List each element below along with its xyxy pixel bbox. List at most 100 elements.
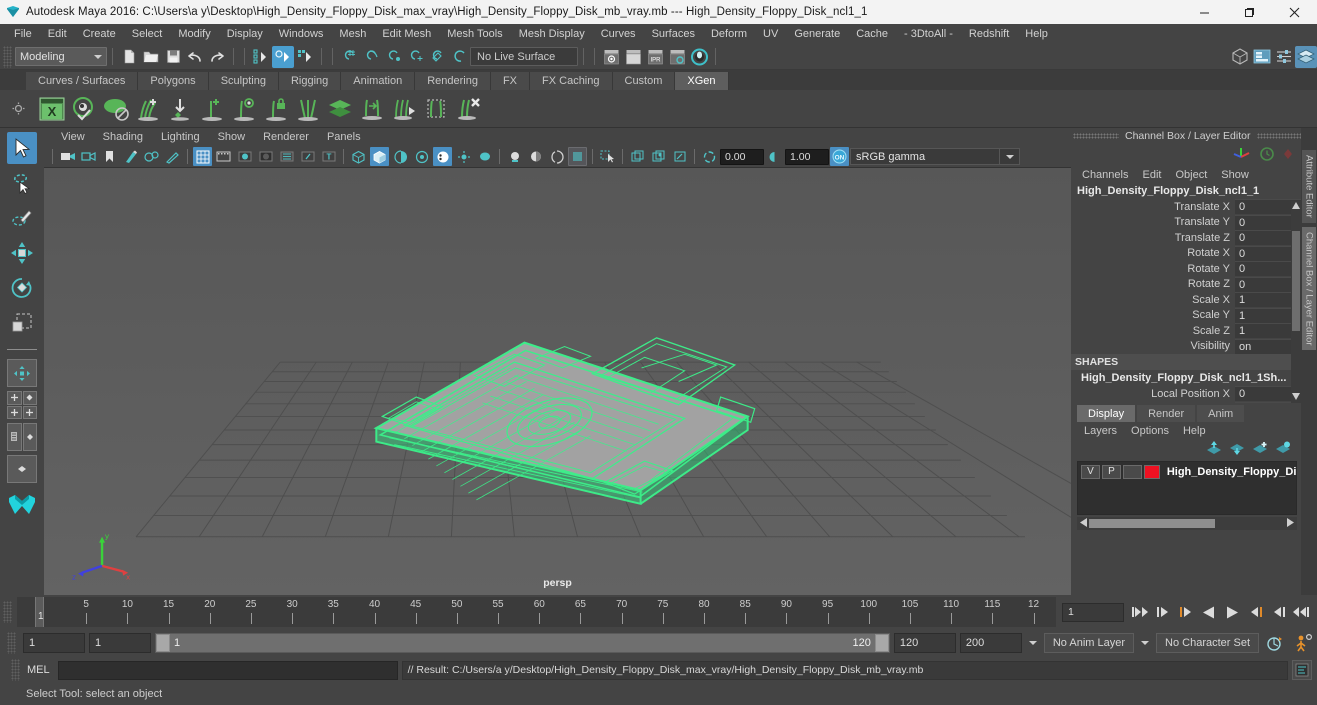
menu-file[interactable]: File <box>6 26 40 42</box>
gate-mask-icon[interactable] <box>256 147 275 166</box>
channel-row[interactable]: Scale Z 1 <box>1071 323 1301 339</box>
anti-aliasing-icon[interactable] <box>526 147 545 166</box>
viewport-menu-lighting[interactable]: Lighting <box>152 130 209 144</box>
range-end-handle[interactable] <box>874 634 889 652</box>
scroll-right-icon[interactable] <box>1287 517 1297 530</box>
play-forwards-icon[interactable] <box>1222 602 1242 622</box>
scroll-up-icon[interactable] <box>1292 201 1300 210</box>
select-by-hierarchy-icon[interactable] <box>250 46 272 68</box>
redo-icon[interactable] <box>206 46 228 68</box>
channel-row[interactable]: Local Position X 0 <box>1071 386 1301 402</box>
screen-space-ao-icon[interactable] <box>505 147 524 166</box>
xgen-window-icon[interactable]: X <box>36 93 68 125</box>
move-tool-icon[interactable] <box>7 237 37 269</box>
select-by-component-type-icon[interactable] <box>294 46 316 68</box>
tab-render-layers[interactable]: Render <box>1137 405 1196 422</box>
auto-keyframe-icon[interactable] <box>1263 635 1287 652</box>
range-slider-grip[interactable] <box>7 632 16 654</box>
menu-modify[interactable]: Modify <box>170 26 218 42</box>
step-back-keyframe-icon[interactable] <box>1153 602 1173 622</box>
isolate-select-icon[interactable] <box>598 147 617 166</box>
scroll-left-icon[interactable] <box>1077 517 1087 530</box>
channel-row[interactable]: Scale X 1 <box>1071 292 1301 308</box>
quick-layout-persp-only-icon[interactable] <box>7 455 37 483</box>
layer-color-swatch[interactable] <box>1143 464 1160 479</box>
bookmark-icon[interactable] <box>100 147 119 166</box>
rotate-tool-icon[interactable] <box>7 272 37 304</box>
channel-row[interactable]: Rotate Z 0 <box>1071 276 1301 293</box>
viewport-menu-shading[interactable]: Shading <box>94 130 152 144</box>
save-scene-icon[interactable] <box>162 46 184 68</box>
snap-to-curve-icon[interactable] <box>360 46 382 68</box>
channel-box-scroll-thumb[interactable] <box>1292 231 1300 331</box>
viewport-canvas[interactable]: y x z <box>44 168 1071 595</box>
snap-to-grid-icon[interactable] <box>338 46 360 68</box>
layer-visibility-toggle[interactable]: V <box>1081 464 1100 479</box>
script-editor-icon[interactable] <box>1292 660 1312 680</box>
shelf-options-gear-icon[interactable] <box>0 102 36 115</box>
wireframe-shading-icon[interactable] <box>349 147 368 166</box>
menu-select[interactable]: Select <box>124 26 171 42</box>
channel-menu-show[interactable]: Show <box>1214 168 1256 182</box>
menu-3dtoall[interactable]: - 3DtoAll - <box>896 26 961 42</box>
menu-cache[interactable]: Cache <box>848 26 896 42</box>
layout-cell[interactable] <box>7 391 22 405</box>
layer-list[interactable]: V P High_Density_Floppy_Di <box>1077 461 1297 515</box>
make-live-icon[interactable] <box>448 46 470 68</box>
command-line-grip[interactable] <box>11 659 20 681</box>
step-forward-frame-icon[interactable] <box>1245 602 1265 622</box>
snap-to-view-planes-icon[interactable] <box>426 46 448 68</box>
xgen-preview-icon[interactable] <box>68 93 100 125</box>
live-surface-field[interactable]: No Live Surface <box>470 47 578 66</box>
layout-outliner-cell[interactable] <box>7 423 22 451</box>
menu-redshift[interactable]: Redshift <box>961 26 1017 42</box>
shadows-toggle-icon[interactable] <box>433 147 452 166</box>
select-camera-icon[interactable] <box>58 147 77 166</box>
scale-tool-icon[interactable] <box>7 307 37 339</box>
tab-display-layers[interactable]: Display <box>1077 405 1136 422</box>
layer-menu-help[interactable]: Help <box>1176 424 1213 438</box>
quick-layout-outliner-persp-icon[interactable] <box>7 423 37 451</box>
layer-menu-layers[interactable]: Layers <box>1077 424 1124 438</box>
layout-persp-cell[interactable] <box>22 423 37 451</box>
sidebar-toggle-modeling-icon[interactable] <box>1229 46 1251 68</box>
layer-new-from-selection-icon[interactable] <box>1275 441 1291 458</box>
minimize-button[interactable] <box>1182 0 1227 24</box>
shelf-tab-animation[interactable]: Animation <box>341 72 416 90</box>
shelf-tab-fx[interactable]: FX <box>490 72 531 90</box>
layout-cell[interactable] <box>7 405 22 419</box>
shelf-tab-custom[interactable]: Custom <box>612 72 676 90</box>
exposure-preset-icon[interactable] <box>628 147 647 166</box>
twopoint-perspective-icon[interactable] <box>142 147 161 166</box>
step-back-frame-icon[interactable] <box>1176 602 1196 622</box>
step-forward-keyframe-icon[interactable] <box>1268 602 1288 622</box>
viewport-snapshot-icon[interactable] <box>649 147 668 166</box>
paint-select-tool-icon[interactable] <box>7 202 37 234</box>
menu-curves[interactable]: Curves <box>593 26 644 42</box>
shaded-wireframe-icon[interactable] <box>391 147 410 166</box>
lasso-select-tool-icon[interactable] <box>7 167 37 199</box>
animation-start-time-field[interactable]: 1 <box>23 633 85 653</box>
image-plane-icon[interactable] <box>121 147 140 166</box>
menu-help[interactable]: Help <box>1017 26 1056 42</box>
film-gate-icon[interactable] <box>214 147 233 166</box>
gamma-field[interactable]: 1.00 <box>785 148 829 165</box>
time-slider-grip[interactable] <box>3 601 12 623</box>
shelf-tab-xgen[interactable]: XGen <box>675 72 729 90</box>
ambient-occlusion-icon[interactable] <box>454 147 473 166</box>
menu-surfaces[interactable]: Surfaces <box>644 26 703 42</box>
sidebar-toggle-attribute-editor-icon[interactable] <box>1251 46 1273 68</box>
time-slider[interactable]: 1 5 10 15 20 25 30 35 40 45 50 55 60 65 70 75 80 85 90 95 1… <box>17 597 1056 627</box>
panel-grip-left[interactable] <box>1073 133 1119 139</box>
layout-cell[interactable] <box>22 405 37 419</box>
use-all-lights-icon[interactable] <box>412 147 431 166</box>
select-tool-icon[interactable] <box>7 132 37 164</box>
channel-row[interactable]: Local Position Y 0.15 <box>1071 401 1301 403</box>
command-language-label[interactable]: MEL <box>27 664 54 676</box>
current-time-indicator[interactable]: 1 <box>35 597 44 627</box>
menu-windows[interactable]: Windows <box>271 26 332 42</box>
anim-layer-chevron-icon[interactable] <box>1138 641 1152 645</box>
xray-textures-icon[interactable]: T <box>319 147 338 166</box>
menu-mesh-display[interactable]: Mesh Display <box>511 26 593 42</box>
channel-row[interactable]: Translate Y 0 <box>1071 214 1301 231</box>
